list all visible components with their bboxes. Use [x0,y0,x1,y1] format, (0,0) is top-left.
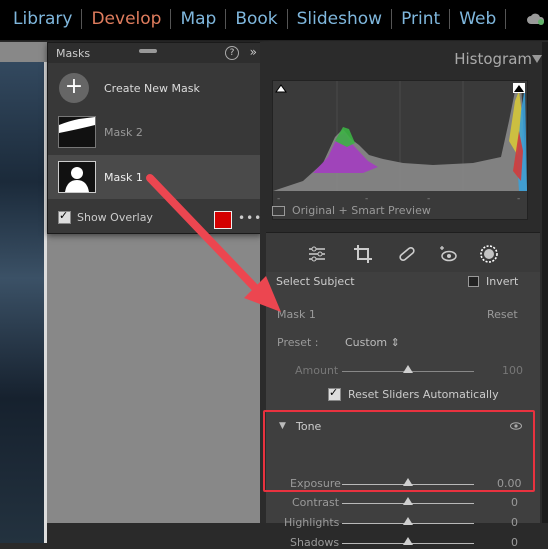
invert-label: Invert [486,275,519,288]
photo-image [0,62,44,543]
preview-label: Original + Smart Preview [292,204,431,217]
reset-sliders-checkbox[interactable] [328,386,341,401]
histogram-graph[interactable]: - - - - [272,80,528,220]
reset-sliders-toggle[interactable]: Reset Sliders Automatically [328,386,499,401]
show-overlay-checkbox[interactable] [58,209,71,224]
crop-icon[interactable] [352,243,374,265]
highlight-clipping-indicator-icon[interactable] [513,83,525,93]
mask-list-item[interactable]: Mask 1 [48,155,261,199]
slider-label: Shadows [290,536,340,549]
slider-label: Contrast [292,496,340,509]
module-develop[interactable]: Develop [82,9,170,29]
amount-label: Amount [295,364,339,377]
plus-icon: + [59,73,89,103]
mask-label: Mask 2 [104,125,143,139]
sliders-icon[interactable] [306,243,328,265]
amount-slider-knob[interactable] [403,365,413,373]
preset-label: Preset : [277,336,319,349]
module-bar: Library Develop Map Book Slideshow Print… [0,0,548,41]
masking-icon[interactable] [478,243,500,265]
reset-button[interactable]: Reset [487,308,518,321]
show-overlay-toggle[interactable]: Show Overlay [58,209,153,224]
masks-panel-title: Masks [56,46,91,60]
select-subject-row: Select Subject Invert [266,272,540,292]
slider-knob[interactable] [403,497,413,505]
overlay-color-swatch[interactable] [214,211,232,229]
help-icon[interactable]: ? [225,46,239,60]
mask-2-thumbnail [58,116,96,148]
tool-strip [266,232,540,277]
mask-1-thumbnail [58,161,96,193]
collapse-icon[interactable]: » [250,45,257,59]
panel-scrollbar[interactable] [542,42,548,523]
masks-panel-header[interactable]: Masks ? » [48,43,261,63]
create-new-mask-button[interactable]: + Create New Mask [48,66,261,110]
invert-checkbox[interactable] [468,276,479,287]
cloud-sync-icon[interactable] [526,11,546,27]
slider-value: 0 [511,496,518,509]
shadow-clipping-indicator-icon[interactable] [275,83,287,93]
slider-knob[interactable] [403,517,413,525]
module-picker: Library Develop Map Book Slideshow Print… [4,9,507,29]
module-map[interactable]: Map [171,9,225,29]
create-new-mask-label: Create New Mask [104,81,200,95]
histogram-title: Histogram [454,50,532,68]
panel-grip-handle[interactable] [139,49,157,53]
redeye-icon[interactable] [438,243,460,265]
slider-knob[interactable] [403,537,413,545]
masks-panel: Masks ? » + Create New Mask Mask 2 Mask … [47,42,262,234]
module-library[interactable]: Library [4,9,81,29]
module-book[interactable]: Book [226,9,286,29]
mask-name-label: Mask 1 [277,308,316,321]
amount-value: 100 [502,364,523,377]
preset-dropdown[interactable]: Custom ⇕ [345,336,400,349]
show-overlay-label: Show Overlay [77,211,153,224]
svg-text:-: - [427,194,430,201]
module-print[interactable]: Print [392,9,449,29]
more-options-icon[interactable]: ••• [238,211,262,225]
select-subject-label: Select Subject [276,275,355,288]
smart-preview-icon [272,205,285,216]
mask-label: Mask 1 [104,170,143,184]
reset-sliders-label: Reset Sliders Automatically [348,388,499,401]
mask-list-item[interactable]: Mask 2 [48,110,261,154]
highlight-annotation-box [263,410,535,492]
svg-text:-: - [365,194,368,201]
slider-value: 0 [511,536,518,549]
preview-status: Original + Smart Preview [272,204,431,217]
module-slideshow[interactable]: Slideshow [288,9,391,29]
svg-text:-: - [517,194,520,201]
module-separator [505,9,507,29]
panel-collapse-triangle-icon[interactable] [532,55,542,63]
healing-icon[interactable] [396,243,418,265]
histogram-plot: - - - - [273,81,527,204]
svg-text:-: - [277,194,280,201]
module-web[interactable]: Web [450,9,505,29]
